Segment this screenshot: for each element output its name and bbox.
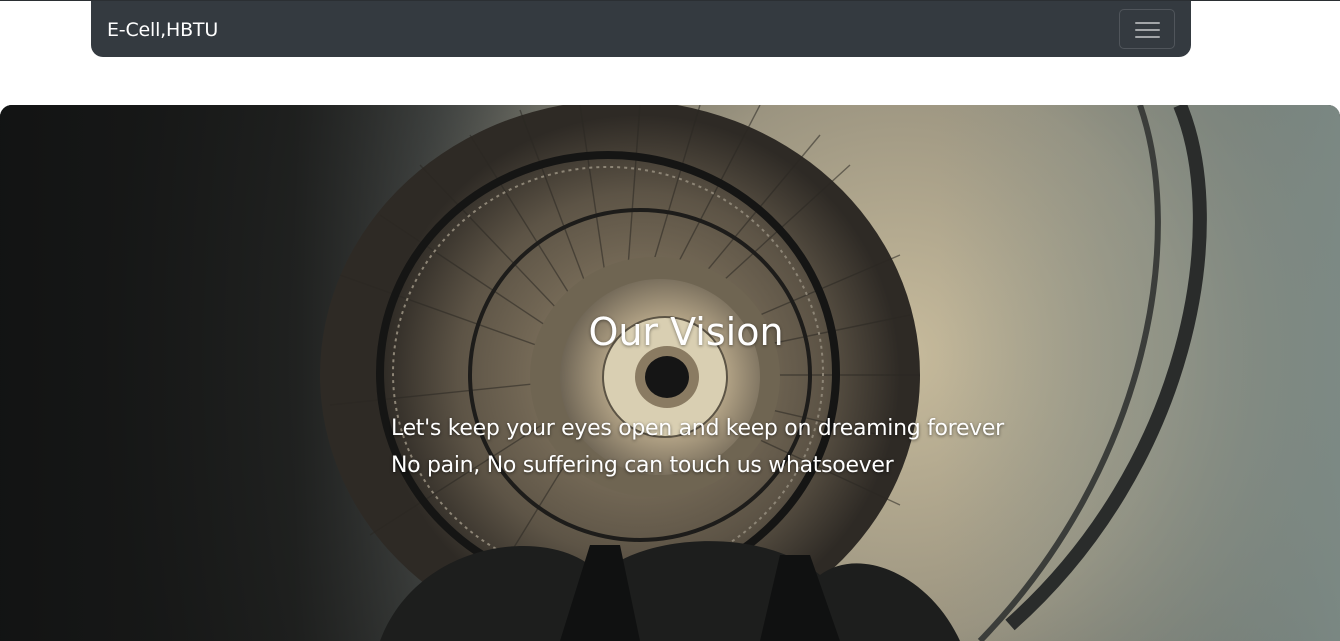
vision-hero: Our Vision Let's keep your eyes open and…: [0, 105, 1340, 641]
hero-tagline: Let's keep your eyes open and keep on dr…: [391, 410, 1004, 484]
navbar-toggle-button[interactable]: [1119, 9, 1175, 49]
navbar: E-Cell,HBTU: [91, 1, 1191, 57]
spiral-staircase-photo: [0, 105, 1340, 641]
hero-line-2: No pain, No suffering can touch us whats…: [391, 453, 894, 478]
hero-title: Our Vision: [588, 310, 784, 354]
navbar-brand[interactable]: E-Cell,HBTU: [107, 18, 218, 42]
hero-line-1: Let's keep your eyes open and keep on dr…: [391, 416, 1004, 441]
